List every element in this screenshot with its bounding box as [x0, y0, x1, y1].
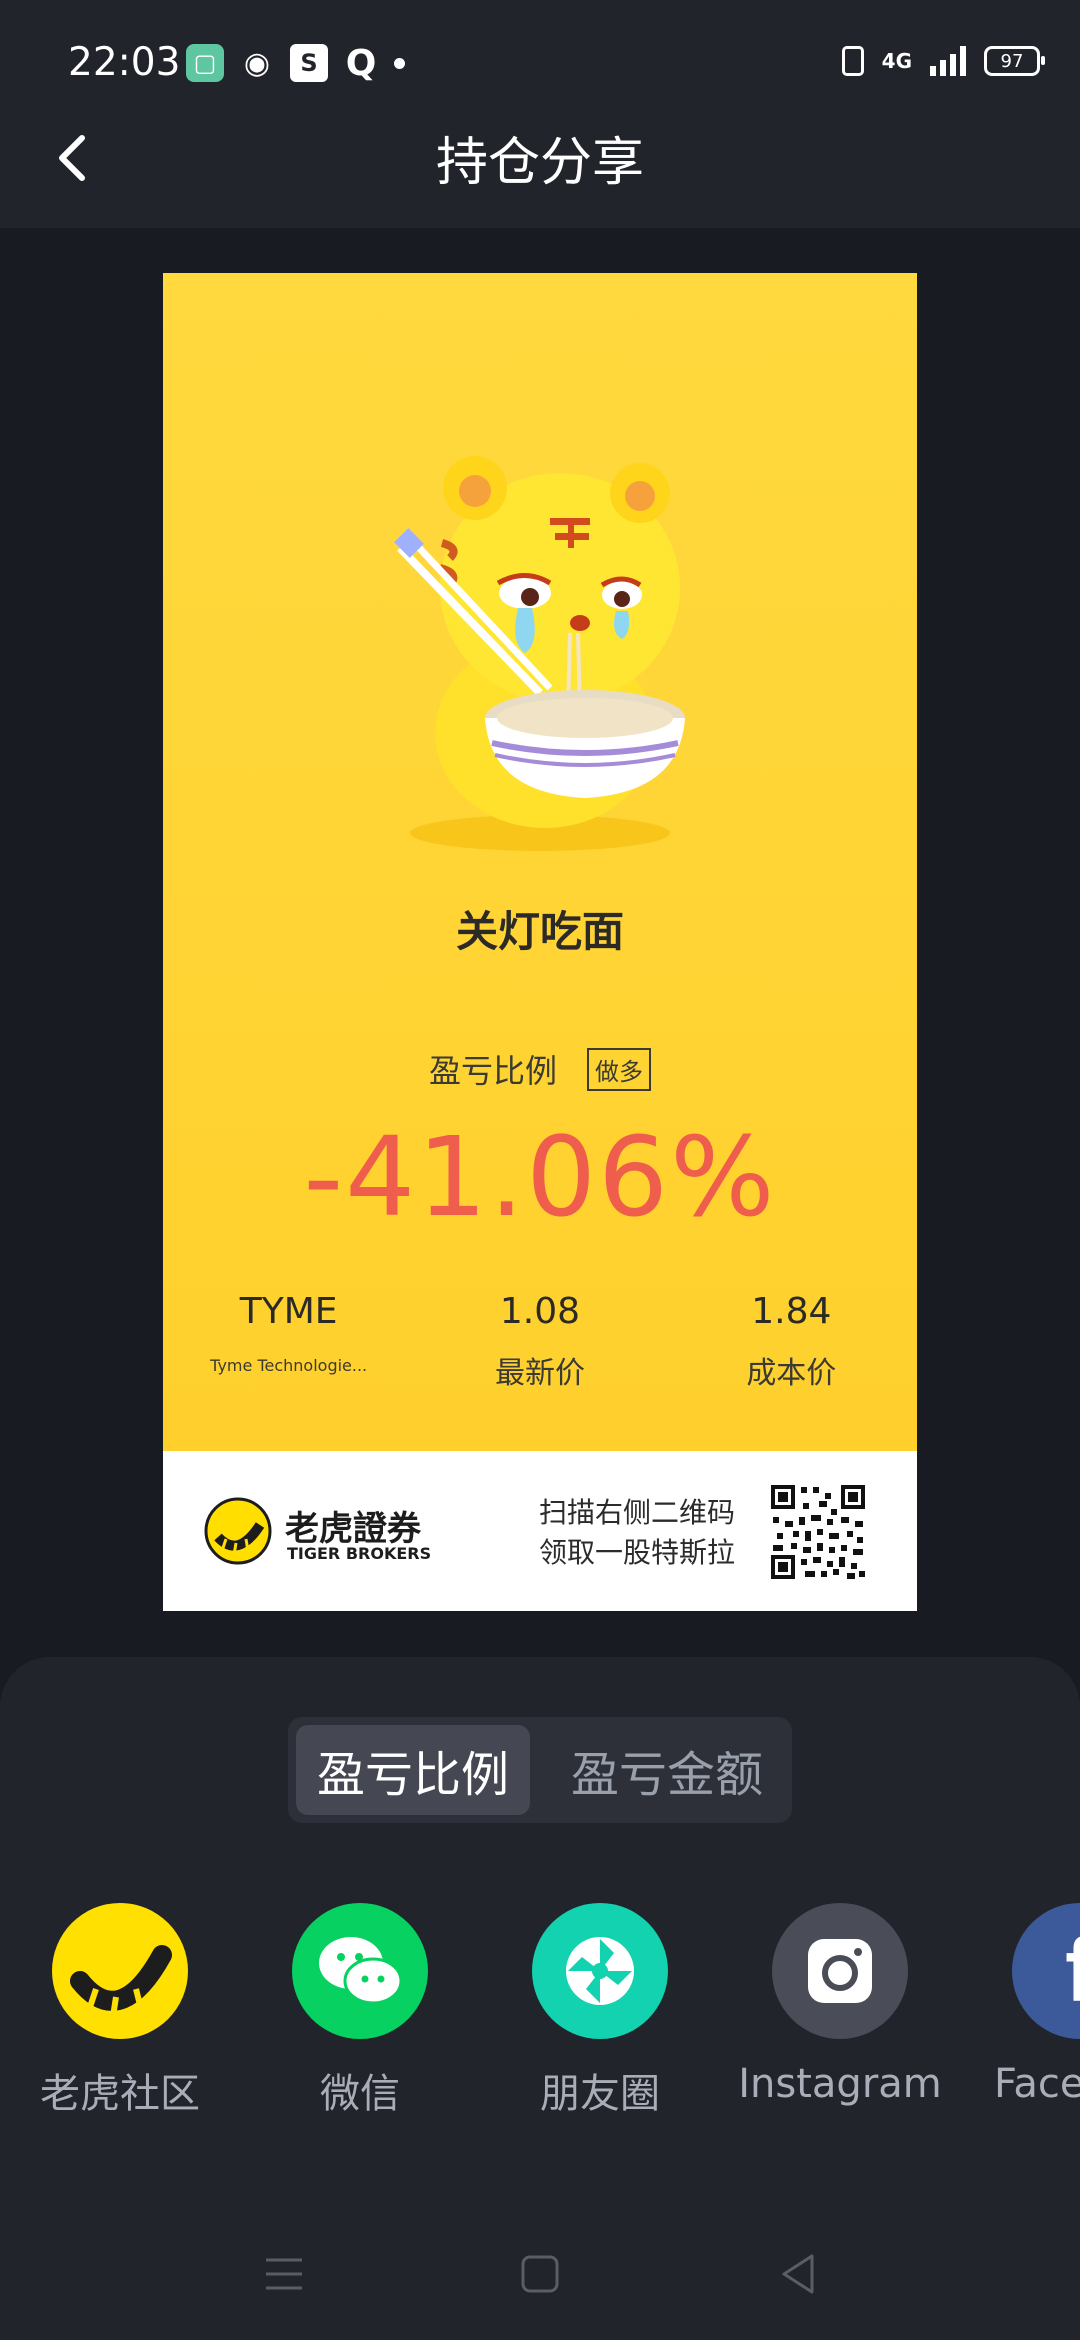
share-moments[interactable]: 朋友圈 — [490, 1903, 710, 2119]
promo-line-2: 领取一股特斯拉 — [539, 1536, 736, 1569]
display-mode-segmented-control: 盈亏比例 盈亏金额 — [288, 1717, 792, 1823]
moments-icon — [532, 1903, 668, 2039]
share-label: Instagram — [738, 2061, 942, 2107]
segment-ratio[interactable]: 盈亏比例 — [296, 1725, 530, 1815]
cost-price-value: 1.84 — [751, 1291, 832, 1332]
share-label: 朋友圈 — [540, 2071, 660, 2117]
signal-icon — [930, 46, 966, 76]
profit-loss-ratio-value: -41.06% — [303, 1113, 777, 1241]
tiger-community-icon — [52, 1903, 188, 2039]
weibo-icon: ◉ — [243, 45, 271, 81]
instagram-icon — [772, 1903, 908, 2039]
status-indicators: 4G 97 — [841, 46, 1045, 76]
share-wechat[interactable]: 微信 — [250, 1903, 470, 2119]
vibrate-icon — [841, 46, 864, 76]
stock-symbol: TYME — [239, 1291, 338, 1332]
share-targets: 老虎社区 微信 朋友圈 Instagram f Face — [0, 1903, 1080, 2133]
tiger-mascot-image — [394, 456, 685, 851]
stock-stats: TYME Tyme Technologie... 1.08 最新价 1.84 成… — [163, 1291, 917, 1392]
network-label: 4G — [881, 49, 912, 73]
latest-price-label: 最新价 — [494, 1356, 585, 1391]
share-tiger-community[interactable]: 老虎社区 — [10, 1903, 230, 2119]
wechat-icon — [292, 1903, 428, 2039]
battery-level: 97 — [1000, 50, 1024, 72]
share-card: 关灯吃面 盈亏比例 做多 -41.06% TYME Tyme Technolog… — [163, 273, 917, 1611]
page-title: 持仓分享 — [435, 133, 644, 193]
system-nav-bar — [0, 2230, 1080, 2320]
notification-icons: ▢ ◉ S Q — [186, 42, 405, 84]
app-notification-icon: ▢ — [186, 44, 224, 82]
home-button[interactable] — [518, 2252, 562, 2296]
cost-price-label: 成本价 — [746, 1356, 837, 1391]
promo-text: 扫描右侧二维码 领取一股特斯拉 — [539, 1493, 735, 1573]
status-time: 22:03 — [68, 40, 181, 85]
facebook-icon: f — [1012, 1903, 1080, 2039]
back-triangle-icon — [782, 2254, 814, 2294]
share-label: 老虎社区 — [40, 2071, 200, 2117]
back-nav-button[interactable] — [776, 2252, 820, 2296]
card-footer: 老虎證券 TIGER BROKERS 扫描右侧二维码 领取一股特斯拉 — [163, 1451, 917, 1611]
share-label: 微信 — [320, 2071, 400, 2117]
ratio-label: 盈亏比例 — [428, 1052, 557, 1090]
promo-line-1: 扫描右侧二维码 — [539, 1496, 736, 1529]
brand-name-en: TIGER BROKERS — [287, 1544, 432, 1563]
home-square-icon — [521, 2255, 559, 2293]
latest-price-value: 1.08 — [499, 1291, 581, 1332]
card-title: 关灯吃面 — [455, 907, 624, 956]
qr-code-icon — [769, 1483, 867, 1581]
tiger-brokers-logo-icon — [204, 1497, 272, 1565]
share-label: Face — [994, 2061, 1080, 2107]
brand-name-cn: 老虎證券 — [285, 1509, 421, 1549]
position-direction-tag: 做多 — [587, 1047, 651, 1091]
menu-icon — [266, 2258, 302, 2290]
segment-amount[interactable]: 盈亏金额 — [550, 1725, 784, 1815]
latest-price-stat: 1.08 最新价 — [430, 1291, 650, 1392]
top-bar: 22:03 ▢ ◉ S Q 4G 97 持仓分享 — [0, 0, 1080, 228]
more-notifications-dot — [394, 57, 405, 69]
stock-name: Tyme Technologie... — [210, 1356, 368, 1375]
battery-icon: 97 — [984, 46, 1045, 76]
qq-browser-icon: Q — [345, 42, 377, 84]
share-instagram[interactable]: Instagram — [730, 1903, 950, 2107]
stock-info: TYME Tyme Technologie... — [179, 1291, 399, 1392]
cost-price-stat: 1.84 成本价 — [681, 1291, 901, 1392]
recent-apps-button[interactable] — [262, 2252, 306, 2296]
share-facebook[interactable]: f Face — [970, 1903, 1080, 2107]
shopee-icon: S — [290, 44, 328, 82]
ratio-row: 盈亏比例 做多 — [163, 1046, 917, 1092]
